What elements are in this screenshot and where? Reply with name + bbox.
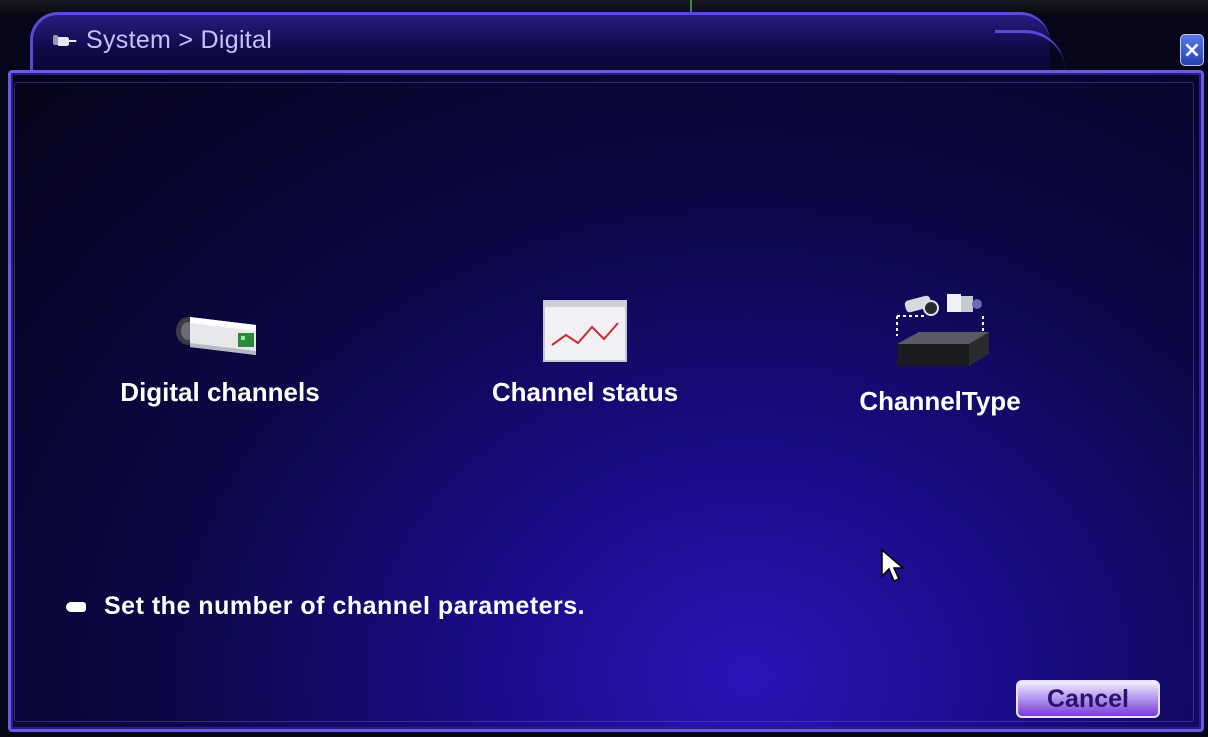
close-icon: × (1182, 37, 1202, 63)
breadcrumb: System > Digital (52, 22, 272, 58)
close-button[interactable]: × (1180, 34, 1204, 66)
title-tab-curve (995, 30, 1065, 74)
camera-icon (90, 295, 350, 363)
menu-item-label: Channel status (491, 377, 679, 407)
mouse-cursor-icon (880, 548, 906, 589)
status-chart-icon (470, 295, 700, 363)
channel-type-icon (840, 288, 1040, 372)
window-title: System > Digital (86, 25, 273, 54)
menu-item-digital-channels[interactable]: Digital channels (90, 295, 350, 408)
hint-bullet-icon (66, 601, 86, 612)
menu-item-label: ChannelType (859, 386, 1021, 416)
pointing-hand-icon (52, 31, 78, 49)
menu-item-label: Digital channels (120, 377, 320, 407)
cancel-button[interactable]: Cancel (1016, 680, 1160, 718)
hint-text: Set the number of channel parameters. (104, 592, 586, 620)
menu-item-channel-status[interactable]: Channel status (470, 295, 700, 408)
hint-row: Set the number of channel parameters. (66, 592, 585, 621)
menu-item-channel-type[interactable]: ChannelType (840, 288, 1040, 417)
